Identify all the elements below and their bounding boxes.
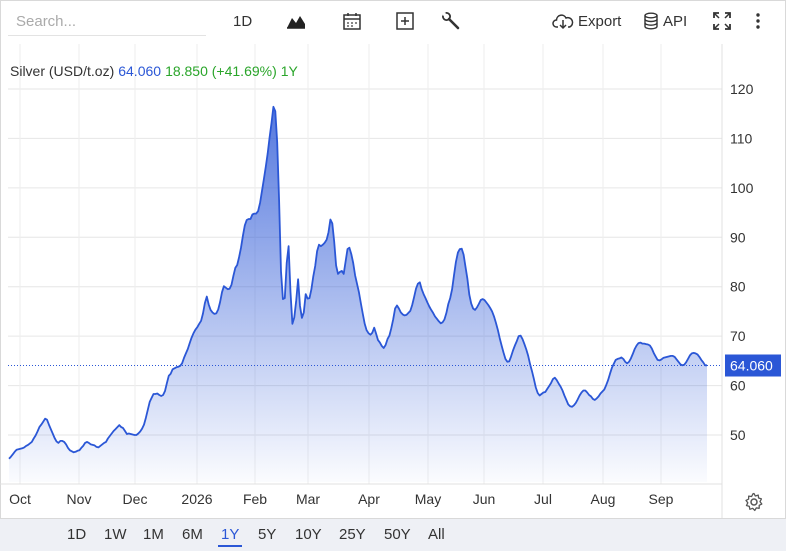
y-tick-label: 110 bbox=[730, 130, 753, 146]
api-label: API bbox=[663, 12, 688, 30]
range-button-25y[interactable]: 25Y bbox=[339, 526, 366, 543]
range-button-10y[interactable]: 10Y bbox=[295, 526, 322, 543]
export-label: Export bbox=[578, 12, 622, 30]
x-tick-label: Aug bbox=[591, 491, 616, 507]
last-price-text: 64.060 bbox=[730, 358, 773, 374]
api-button[interactable]: API bbox=[643, 10, 687, 32]
range-button-all[interactable]: All bbox=[428, 526, 445, 543]
more-menu-button[interactable] bbox=[753, 10, 763, 32]
range-button-1w[interactable]: 1W bbox=[104, 526, 127, 543]
x-tick-label: May bbox=[415, 491, 441, 507]
interval-button[interactable]: 1D bbox=[233, 10, 252, 32]
fullscreen-button[interactable] bbox=[712, 10, 732, 32]
price-chart[interactable]: 120 110 100 90 80 70 60 50 Oct Nov Dec 2026 Feb Mar A… bbox=[0, 44, 786, 518]
export-button[interactable]: Export bbox=[552, 10, 621, 32]
range-button-50y[interactable]: 50Y bbox=[384, 526, 411, 543]
legend-change: 18.850 (+41.69%) bbox=[165, 63, 277, 79]
range-button-1m[interactable]: 1M bbox=[143, 526, 164, 543]
chart-type-icon bbox=[287, 16, 305, 29]
y-tick-label: 70 bbox=[730, 328, 746, 344]
x-tick-label: Sep bbox=[649, 491, 674, 507]
legend-price: 64.060 bbox=[118, 63, 161, 79]
y-tick-label: 120 bbox=[730, 81, 754, 97]
more-vertical-icon bbox=[756, 13, 760, 29]
x-tick-label: Apr bbox=[358, 491, 380, 507]
database-icon bbox=[644, 12, 658, 30]
x-tick-label: Nov bbox=[67, 491, 92, 507]
x-tick-label: 2026 bbox=[181, 491, 212, 507]
range-selector: 1D 1W 1M 6M 1Y 5Y 10Y 25Y 50Y All bbox=[0, 518, 786, 551]
y-tick-label: 100 bbox=[730, 180, 754, 196]
settings-gear-icon[interactable] bbox=[744, 492, 764, 512]
range-button-1d[interactable]: 1D bbox=[67, 526, 86, 543]
chart-legend: Silver (USD/t.oz) 64.060 18.850 (+41.69%) 1… bbox=[10, 63, 299, 79]
range-button-1y[interactable]: 1Y bbox=[218, 526, 243, 547]
add-indicator-button[interactable] bbox=[395, 10, 415, 32]
range-button-6m[interactable]: 6M bbox=[182, 526, 203, 543]
wrench-icon bbox=[442, 12, 460, 30]
y-tick-label: 60 bbox=[730, 378, 746, 394]
toolbar: 1D Export API bbox=[0, 0, 786, 44]
x-tick-label: Feb bbox=[243, 491, 267, 507]
y-tick-label: 50 bbox=[730, 427, 746, 443]
chart-type-button[interactable] bbox=[286, 10, 306, 32]
x-tick-label: Mar bbox=[296, 491, 320, 507]
legend-symbol: Silver (USD/t.oz) bbox=[10, 63, 114, 79]
interval-label: 1D bbox=[233, 12, 253, 30]
y-tick-label: 80 bbox=[730, 279, 746, 295]
add-indicator-icon bbox=[396, 12, 414, 30]
x-tick-label: Oct bbox=[9, 491, 31, 507]
tools-button[interactable] bbox=[441, 10, 461, 32]
range-button-5y[interactable]: 5Y bbox=[258, 526, 276, 543]
price-area bbox=[9, 106, 707, 483]
cloud-download-icon bbox=[552, 14, 574, 30]
x-axis: Oct Nov Dec 2026 Feb Mar Apr May Jun Jul Aug Sep bbox=[9, 491, 674, 507]
x-tick-label: Dec bbox=[123, 491, 148, 507]
calendar-button[interactable] bbox=[342, 10, 362, 32]
y-axis: 120 110 100 90 80 70 60 50 bbox=[730, 81, 754, 443]
x-tick-label: Jul bbox=[534, 491, 552, 507]
x-tick-label: Jun bbox=[473, 491, 496, 507]
legend-period: 1Y bbox=[281, 63, 299, 79]
fullscreen-icon bbox=[713, 12, 731, 30]
calendar-icon bbox=[343, 13, 361, 30]
search-input[interactable] bbox=[8, 8, 206, 36]
y-tick-label: 90 bbox=[730, 229, 746, 245]
last-price-label: 64.060 bbox=[725, 354, 781, 377]
